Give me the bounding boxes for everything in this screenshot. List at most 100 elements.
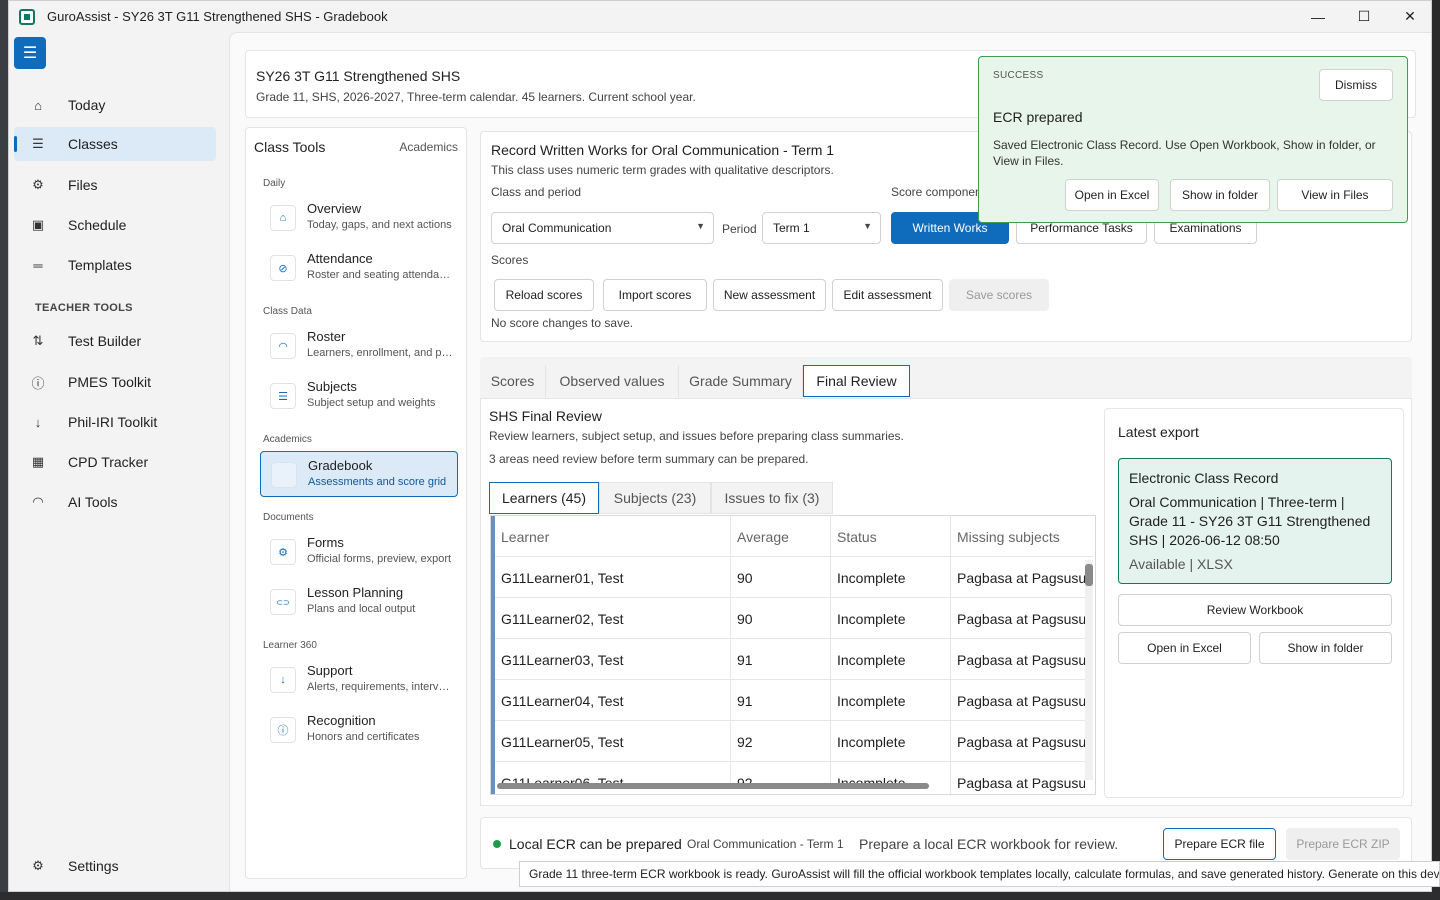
- sidebar-item-label: CPD Tracker: [68, 454, 149, 470]
- tool-lesson-planning[interactable]: ⊂⊃ Lesson Planning Plans and local outpu…: [260, 579, 458, 625]
- tool-name: Overview: [307, 201, 362, 216]
- column-header-missing-subjects[interactable]: Missing subjects: [951, 516, 1085, 557]
- home-icon: ⌂: [270, 205, 296, 231]
- toast-message: Saved Electronic Class Record. Use Open …: [993, 138, 1376, 168]
- tab-grade-summary[interactable]: Grade Summary: [679, 365, 803, 397]
- subject-select[interactable]: Oral Communication ▼: [491, 212, 714, 244]
- section-daily: Daily: [263, 178, 286, 189]
- prepare-ecr-file-button[interactable]: Prepare ECR file: [1163, 828, 1276, 860]
- sidebar-item-templates[interactable]: ═ Templates: [14, 248, 216, 282]
- new-assessment-button[interactable]: New assessment: [713, 279, 826, 311]
- table-row[interactable]: G11Learner05, Test 92 Incomplete Pagbasa…: [495, 721, 1093, 762]
- table-row[interactable]: G11Learner04, Test 91 Incomplete Pagbasa…: [495, 680, 1093, 721]
- chevron-down-icon: ▼: [863, 221, 872, 231]
- latest-export-panel: Latest export Electronic Class Record Or…: [1104, 408, 1404, 798]
- sidebar-item-phil-iri-toolkit[interactable]: ↓ Phil-IRI Toolkit: [14, 405, 216, 439]
- tool-subjects[interactable]: ☰ Subjects Subject setup and weights: [260, 373, 458, 419]
- chevron-down-icon: ▼: [696, 221, 705, 231]
- subject-select-value: Oral Communication: [502, 221, 612, 235]
- tab-learners[interactable]: Learners (45): [489, 482, 599, 514]
- table-header-row: Learner Average Status Missing subjects: [495, 516, 1093, 557]
- sidebar-item-cpd-tracker[interactable]: ▦ CPD Tracker: [14, 445, 216, 479]
- wifi-icon: ◠: [270, 333, 296, 359]
- link-icon: ⊂⊃: [270, 589, 296, 615]
- sidebar-item-schedule[interactable]: ▣ Schedule: [14, 208, 216, 242]
- toast-title: ECR prepared: [993, 109, 1083, 125]
- minimize-button[interactable]: —: [1295, 1, 1341, 32]
- class-period-label: Class and period: [491, 185, 582, 199]
- export-card[interactable]: Electronic Class Record Oral Communicati…: [1118, 458, 1392, 584]
- period-label: Period: [722, 222, 757, 236]
- open-in-excel-button[interactable]: Open in Excel: [1118, 632, 1251, 664]
- import-scores-button[interactable]: Import scores: [603, 279, 707, 311]
- tool-recognition[interactable]: ⓘ Recognition Honors and certificates: [260, 707, 458, 753]
- tooltip: Grade 11 three-term ECR workbook is read…: [519, 861, 1440, 887]
- cell-learner: G11Learner05, Test: [495, 721, 731, 762]
- sidebar-item-pmes-toolkit[interactable]: ⓘ PMES Toolkit: [14, 365, 216, 399]
- column-header-average[interactable]: Average: [731, 516, 831, 557]
- tab-scores[interactable]: Scores: [480, 365, 546, 397]
- review-workbook-button[interactable]: Review Workbook: [1118, 594, 1392, 626]
- table-row[interactable]: G11Learner01, Test 90 Incomplete Pagbasa…: [495, 557, 1093, 598]
- window-controls: — ☐ ✕: [1295, 1, 1431, 32]
- cell-status: Incomplete: [831, 557, 951, 598]
- hamburger-menu-icon[interactable]: ☰: [14, 37, 46, 69]
- sidebar-item-today[interactable]: ⌂ Today: [14, 88, 216, 122]
- tool-support[interactable]: ↓ Support Alerts, requirements, interven…: [260, 657, 458, 703]
- score-status: No score changes to save.: [491, 316, 634, 330]
- close-button[interactable]: ✕: [1387, 1, 1431, 32]
- table-row[interactable]: G11Learner03, Test 91 Incomplete Pagbasa…: [495, 639, 1093, 680]
- tool-roster[interactable]: ◠ Roster Learners, enrollment, and profi…: [260, 323, 458, 369]
- class-tools-category[interactable]: Academics: [399, 140, 458, 154]
- prepare-ecr-zip-button[interactable]: Prepare ECR ZIP: [1286, 828, 1400, 860]
- cell-learner: G11Learner04, Test: [495, 680, 731, 721]
- tool-name: Roster: [307, 329, 346, 344]
- save-scores-button[interactable]: Save scores: [949, 279, 1049, 311]
- dismiss-button[interactable]: Dismiss: [1319, 69, 1393, 101]
- toast-show-in-folder-button[interactable]: Show in folder: [1170, 179, 1270, 211]
- column-header-learner[interactable]: Learner: [495, 516, 731, 557]
- show-in-folder-button[interactable]: Show in folder: [1259, 632, 1392, 664]
- edit-assessment-button[interactable]: Edit assessment: [832, 279, 943, 311]
- cell-average: 91: [731, 680, 831, 721]
- sidebar-item-ai-tools[interactable]: ◠ AI Tools: [14, 485, 216, 519]
- tab-subjects[interactable]: Subjects (23): [599, 482, 711, 514]
- tab-final-review[interactable]: Final Review: [803, 365, 910, 397]
- sidebar-item-test-builder[interactable]: ⇅ Test Builder: [14, 324, 216, 358]
- tool-gradebook[interactable]: Gradebook Assessments and score grid: [260, 451, 458, 497]
- table-row[interactable]: G11Learner02, Test 90 Incomplete Pagbasa…: [495, 598, 1093, 639]
- sidebar-item-classes[interactable]: ☰ Classes: [14, 127, 216, 161]
- taskbar-strip: [0, 892, 1440, 900]
- sidebar-item-settings[interactable]: ⚙ Settings: [14, 849, 216, 883]
- cell-average: 91: [731, 639, 831, 680]
- sidebar-item-files[interactable]: ⚙ Files: [14, 168, 216, 202]
- maximize-button[interactable]: ☐: [1341, 1, 1387, 32]
- sidebar-item-label: Settings: [68, 858, 119, 874]
- period-select[interactable]: Term 1 ▼: [762, 212, 881, 244]
- toast-open-in-excel-button[interactable]: Open in Excel: [1065, 179, 1159, 211]
- class-tools-panel: Class Tools Academics Daily ⌂ Overview T…: [245, 127, 467, 879]
- toast-view-in-files-button[interactable]: View in Files: [1277, 179, 1393, 211]
- gear-icon: ⚙: [32, 177, 44, 192]
- scrollbar-thumb[interactable]: [1085, 564, 1093, 586]
- tool-attendance[interactable]: ⊘ Attendance Roster and seating attendan…: [260, 245, 458, 291]
- reload-scores-button[interactable]: Reload scores: [494, 279, 594, 311]
- tool-forms[interactable]: ⚙ Forms Official forms, preview, export: [260, 529, 458, 575]
- wifi-icon: ◠: [32, 494, 44, 509]
- learners-table: Learner Average Status Missing subjects …: [490, 515, 1096, 795]
- cell-status: Incomplete: [831, 598, 951, 639]
- tool-desc: Alerts, requirements, interventions: [307, 681, 455, 693]
- tool-name: Attendance: [307, 251, 373, 266]
- horizontal-scrollbar[interactable]: [497, 783, 929, 789]
- column-header-status[interactable]: Status: [831, 516, 951, 557]
- tab-observed-values[interactable]: Observed values: [546, 365, 679, 397]
- final-review-note: 3 areas need review before term summary …: [489, 452, 809, 466]
- tool-overview[interactable]: ⌂ Overview Today, gaps, and next actions: [260, 195, 458, 241]
- export-card-title: Electronic Class Record: [1129, 470, 1279, 486]
- vertical-scrollbar[interactable]: [1085, 560, 1093, 780]
- tab-issues-to-fix[interactable]: Issues to fix (3): [711, 482, 833, 514]
- tool-desc: Roster and seating attendance: [307, 269, 455, 281]
- minus-icon: ═: [33, 257, 43, 273]
- sort-icon: ⇅: [32, 333, 44, 348]
- export-card-status: Available | XLSX: [1129, 556, 1233, 572]
